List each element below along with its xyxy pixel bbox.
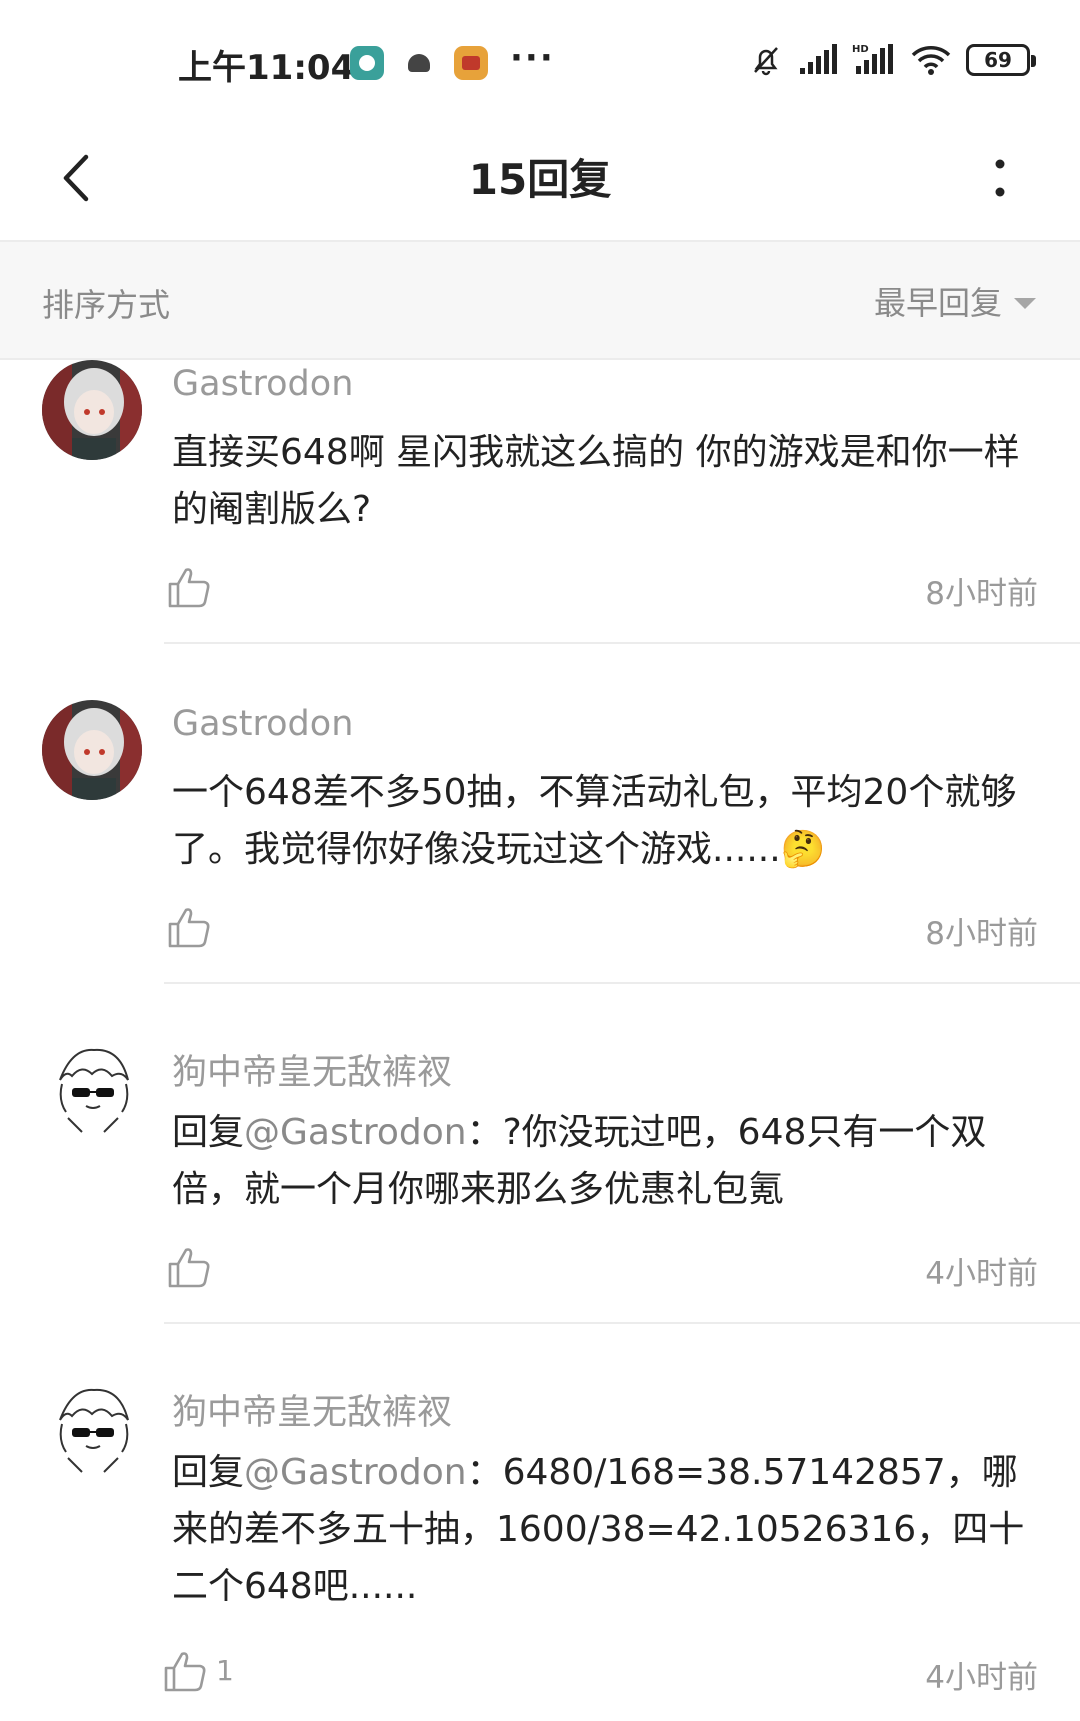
like-count: 1 [216,1654,234,1687]
battery-level: 69 [984,48,1012,72]
status-right-group: HD 69 [748,42,1036,78]
app-notification-icon [402,46,436,80]
dropdown-triangle-icon [1014,297,1036,309]
status-bar: 上午11:04 ··· HD 69 [0,0,1080,120]
comment-author[interactable]: 狗中帝皇无敌裤衩 [172,1044,452,1095]
avatar-image [42,1040,142,1140]
hd-signal-icon: HD [852,44,893,74]
reply-prefix: 回复 [172,1452,245,1493]
comment-author[interactable]: Gastrodon [172,364,353,404]
thumbs-up-icon[interactable] [164,562,214,612]
title-bar: 15回复 [0,120,1080,242]
reply-prefix: 回复 [172,1112,245,1153]
comment-time: 8小时前 [925,576,1038,612]
thumbs-up-icon[interactable] [160,1646,210,1696]
app-notification-icon [350,46,384,80]
comment-text: 直接买648啊 星闪我就这么搞的 你的游戏是和你一样的阉割版么? [172,432,1020,530]
status-more-icon: ··· [510,38,555,78]
sort-label: 排序方式 [42,286,171,324]
divider [164,642,1080,644]
sort-selected-value: 最早回复 [873,284,1002,322]
sort-bar: 排序方式 最早回复 [0,242,1080,360]
avatar[interactable] [42,1380,142,1480]
vertical-dots-icon [995,159,1005,197]
avatar[interactable] [42,1040,142,1140]
mention-link[interactable]: @Gastrodon [244,1452,467,1493]
avatar-image [42,360,142,460]
comment-time: 4小时前 [925,1256,1038,1292]
avatar-image [42,1380,142,1480]
chat-app-icon [454,46,488,80]
mention-link[interactable]: @Gastrodon [244,1112,467,1153]
svg-text:HD: HD [852,44,869,55]
thinking-emoji: 🤔 [780,829,826,870]
signal-icon [800,44,837,74]
comment-text-block: 回复@Gastrodon：6480/168=38.57142857，哪来的差不多… [172,1444,1042,1615]
comment-time: 8小时前 [925,916,1038,952]
avatar[interactable] [42,360,142,460]
comment-author[interactable]: Gastrodon [172,704,353,744]
thumbs-up-icon[interactable] [164,1242,214,1292]
more-options-button[interactable] [960,138,1040,218]
status-app-icons [350,46,488,80]
comment-text-block: 一个648差不多50抽，不算活动礼包，平均20个就够了。我觉得你好像没玩过这个游… [172,764,1042,878]
status-time: 上午11:04 [178,48,355,88]
page-title: 15回复 [468,155,612,204]
battery-icon: 69 [966,44,1036,76]
comment-time: 4小时前 [925,1660,1038,1696]
thumbs-up-icon[interactable] [164,902,214,952]
divider [164,1322,1080,1324]
divider [164,982,1080,984]
avatar[interactable] [42,700,142,800]
comment-author[interactable]: 狗中帝皇无敌裤衩 [172,1384,452,1435]
wifi-icon [911,46,951,75]
mute-bell-icon [754,47,778,76]
comment-text: 一个648差不多50抽，不算活动礼包，平均20个就够了。我觉得你好像没玩过这个游… [172,772,1017,870]
comment-text-block: 回复@Gastrodon：?你没玩过吧，648只有一个双倍，就一个月你哪来那么多… [172,1104,1042,1218]
avatar-image [42,700,142,800]
sort-dropdown[interactable]: 最早回复 [874,278,1036,324]
